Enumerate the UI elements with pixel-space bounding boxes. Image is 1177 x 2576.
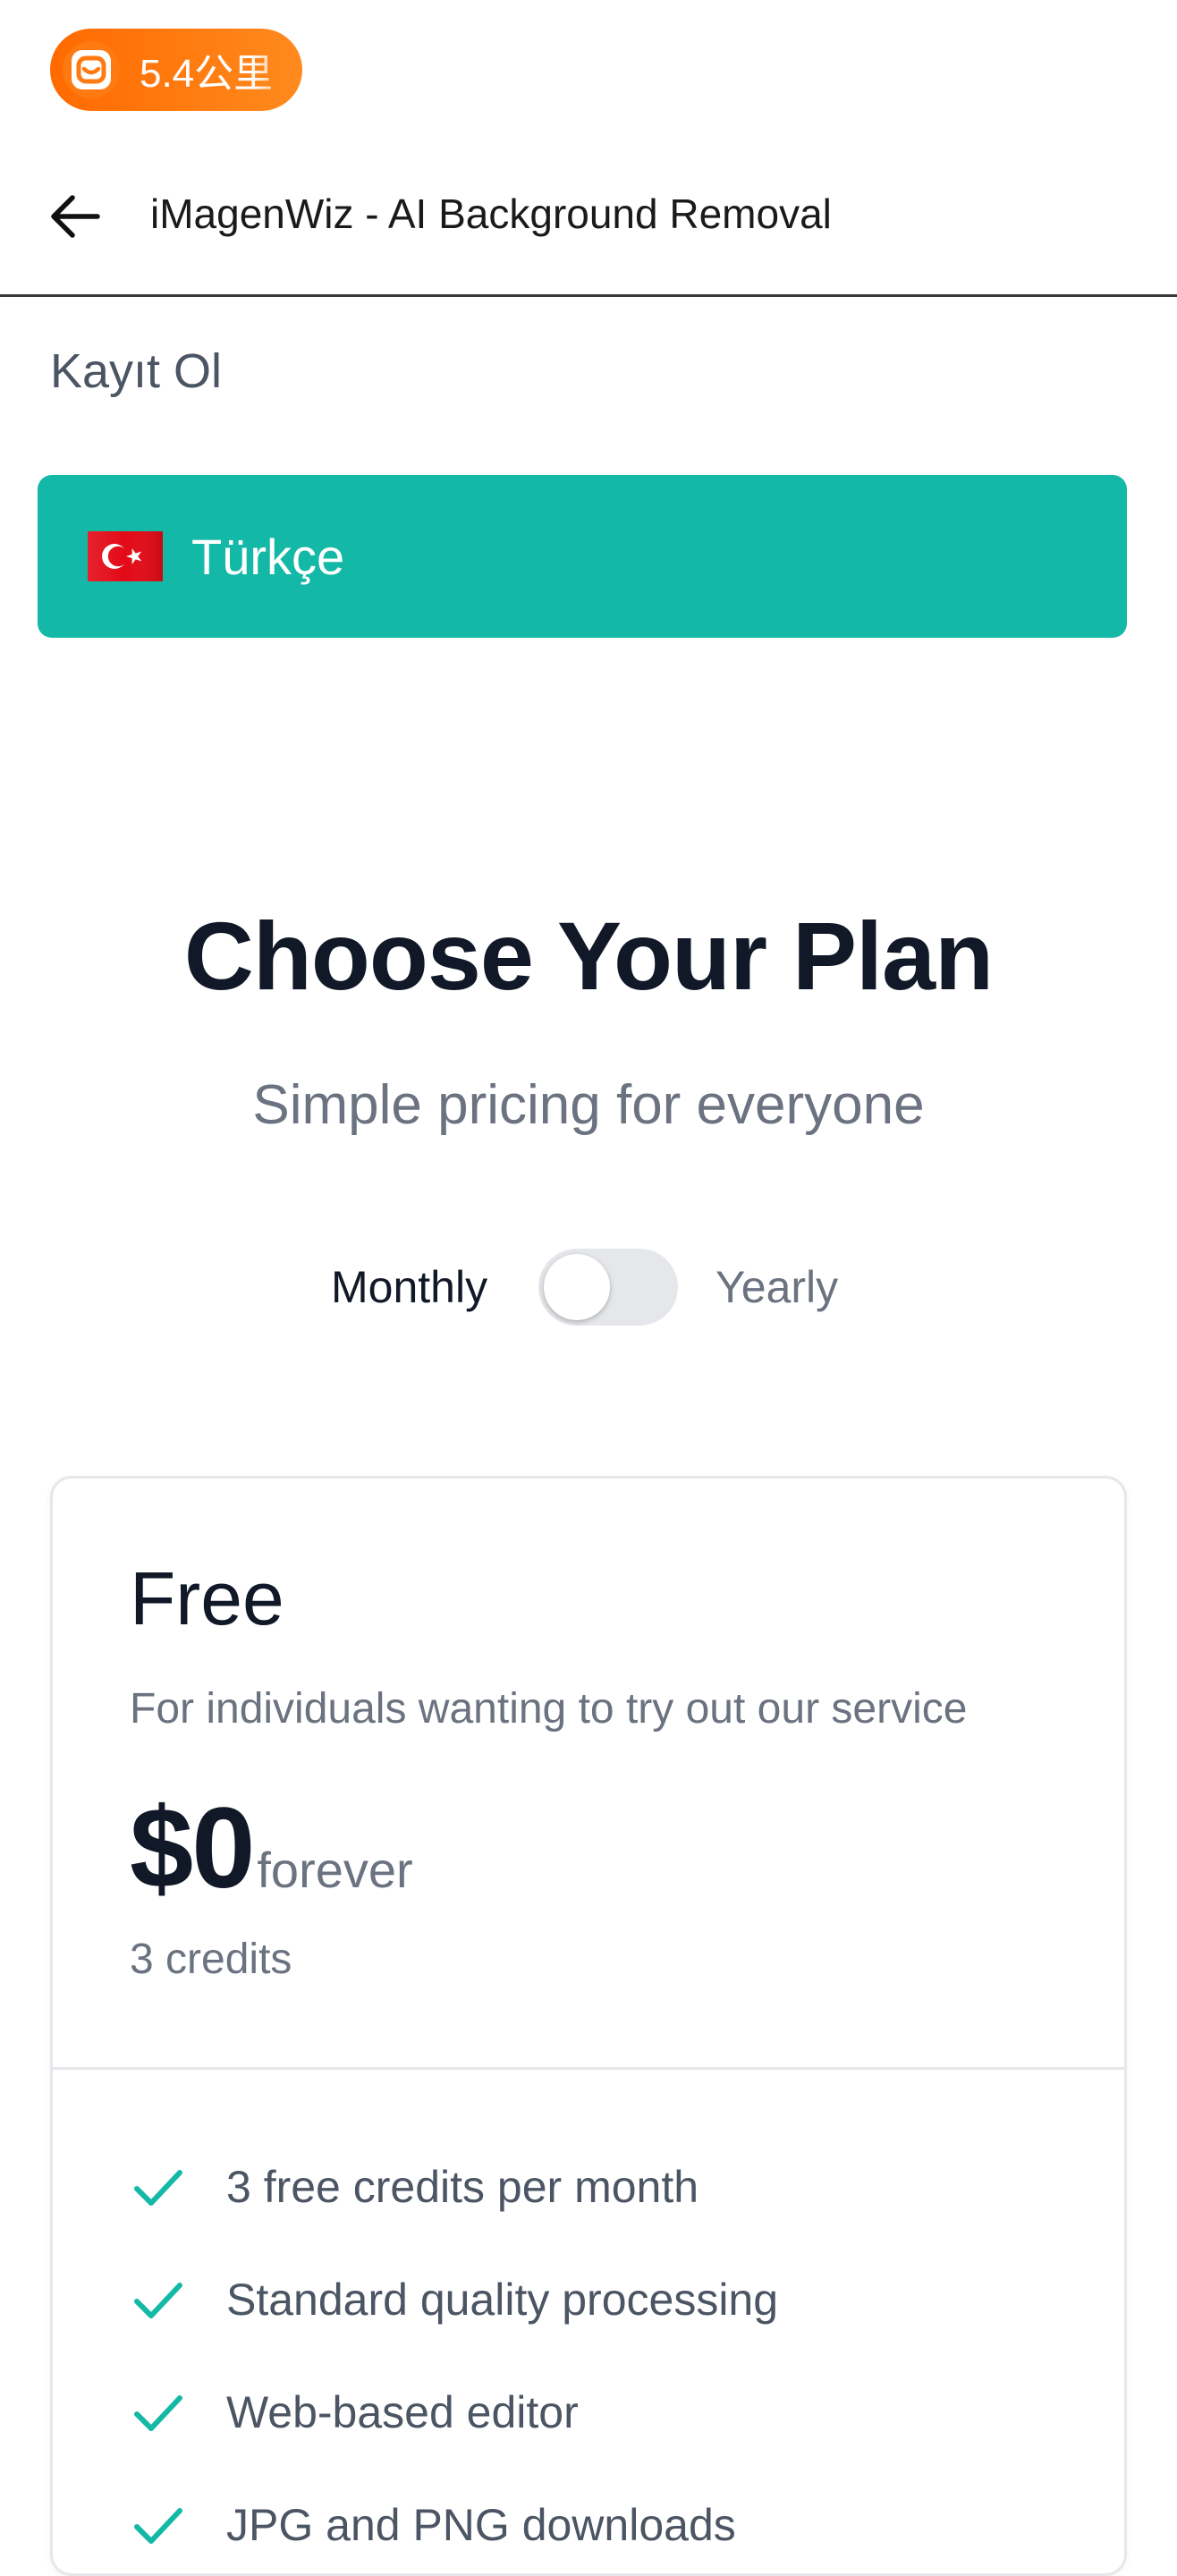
check-icon — [134, 2283, 182, 2318]
feature-item: 3 free credits per month — [130, 2158, 778, 2271]
language-label: Türkçe — [191, 528, 345, 585]
yearly-label[interactable]: Yearly — [716, 1261, 838, 1313]
ride-app-icon — [63, 41, 120, 98]
feature-item: JPG and PNG downloads — [130, 2496, 778, 2573]
pricing-title: Choose Your Plan — [183, 902, 994, 1010]
arrow-left-icon — [51, 195, 100, 238]
feature-item: Standard quality processing — [130, 2271, 778, 2384]
page-title: iMagenWiz - AI Background Removal — [150, 191, 832, 237]
plan-card-free: Free For individuals wanting to try out … — [50, 1476, 1127, 2576]
feature-item: Web-based editor — [130, 2384, 778, 2496]
ride-distance-text: 5.4公里 — [140, 52, 274, 96]
plan-period: forever — [257, 1842, 413, 1898]
billing-period-switch: Monthly Yearly — [0, 1249, 1177, 1329]
check-icon — [134, 2170, 182, 2206]
plan-name: Free — [130, 1556, 284, 1640]
ride-status-pill[interactable]: 5.4公里 — [50, 29, 302, 111]
back-button[interactable] — [38, 179, 113, 254]
billing-toggle[interactable] — [538, 1249, 678, 1326]
monthly-label[interactable]: Monthly — [331, 1261, 487, 1313]
top-app-bar: iMagenWiz - AI Background Removal — [0, 152, 1177, 297]
feature-text: Standard quality processing — [226, 2275, 779, 2325]
register-link[interactable]: Kayıt Ol — [50, 343, 222, 399]
plan-description: For individuals wanting to try out our s… — [130, 1685, 968, 1733]
check-icon — [134, 2395, 182, 2431]
check-icon — [134, 2508, 182, 2544]
plan-feature-list: 3 free credits per month Standard qualit… — [130, 2158, 778, 2573]
feature-text: 3 free credits per month — [226, 2162, 699, 2212]
feature-text: JPG and PNG downloads — [226, 2500, 736, 2550]
plan-credits: 3 credits — [130, 1936, 292, 1983]
turkey-flag-icon — [88, 531, 163, 581]
plan-price: $0 — [130, 1784, 255, 1912]
language-selector-button[interactable]: Türkçe — [38, 475, 1127, 638]
plan-divider — [53, 2067, 1124, 2070]
plan-price-row: $0 forever — [130, 1783, 413, 1914]
feature-text: Web-based editor — [226, 2387, 579, 2437]
toggle-knob — [544, 1254, 610, 1320]
pricing-subtitle: Simple pricing for everyone — [252, 1074, 925, 1136]
